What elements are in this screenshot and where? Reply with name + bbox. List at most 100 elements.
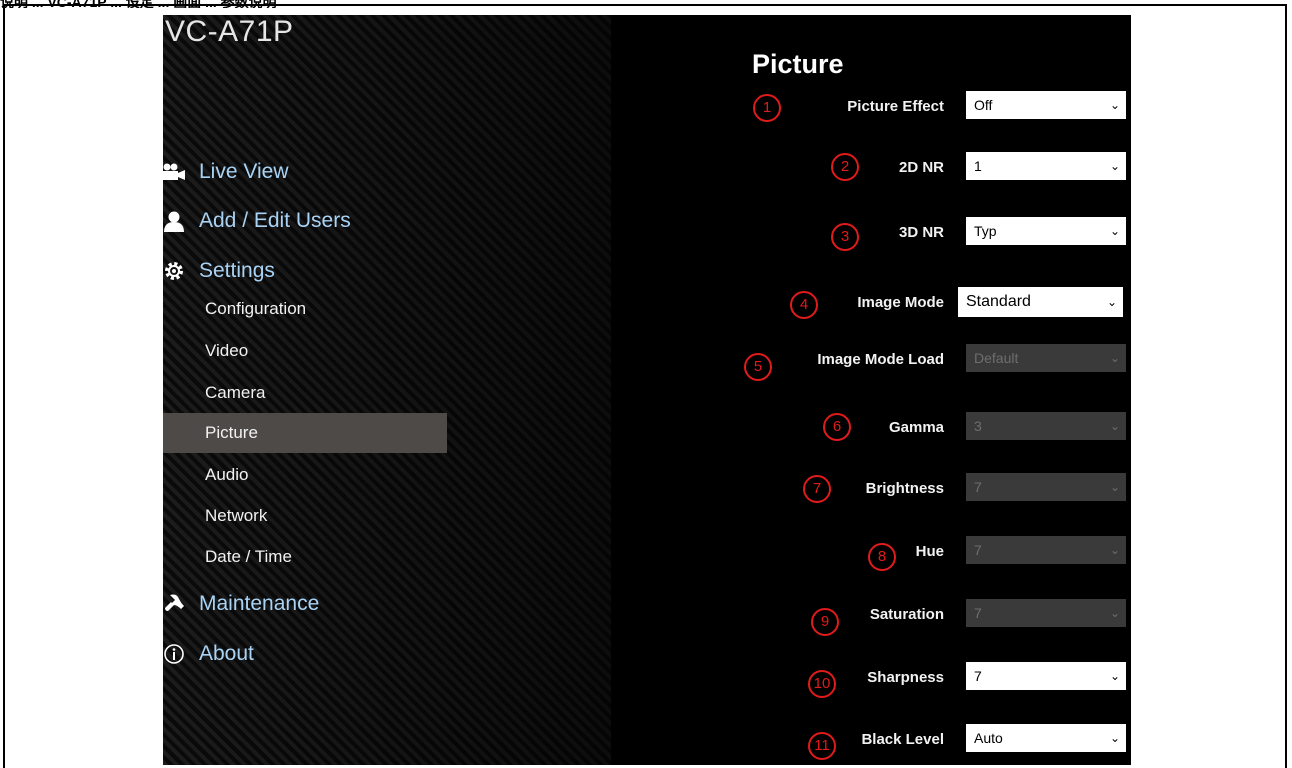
black-level-select[interactable]: Auto ⌄ <box>966 724 1126 752</box>
subnav-label: Video <box>205 341 249 360</box>
field-image-mode-load: Image Mode Load Default ⌄ <box>723 342 1131 378</box>
select-value: Standard <box>966 293 1031 310</box>
page-title: Picture <box>752 49 844 79</box>
callout-marker-4: 4 <box>790 291 818 319</box>
callout-marker-8: 8 <box>868 543 896 571</box>
hue-select[interactable]: 7 ⌄ <box>966 536 1126 564</box>
field-label: Saturation <box>869 606 944 623</box>
select-value: Typ <box>974 223 997 239</box>
field-picture-effect: Picture Effect Off ⌄ <box>723 89 1131 125</box>
document-heading: 说明 ... VC-A71P ... 设定 ... 画面 ... 参数说明 <box>0 0 277 8</box>
subnav-picture[interactable]: Picture <box>163 413 447 453</box>
field-3d-nr: 3D NR Typ ⌄ <box>723 215 1131 251</box>
subnav-camera[interactable]: Camera <box>163 373 447 413</box>
3d-nr-select[interactable]: Typ ⌄ <box>966 217 1126 245</box>
chevron-down-icon: ⌄ <box>1109 351 1120 365</box>
saturation-select[interactable]: 7 ⌄ <box>966 599 1126 627</box>
chevron-down-icon: ⌄ <box>1109 669 1120 683</box>
field-label: 2D NR <box>898 159 944 176</box>
image-mode-select[interactable]: Standard ⌄ <box>958 287 1123 317</box>
nav-live-view-label: Live View <box>199 160 289 183</box>
subnav-label: Network <box>205 506 268 525</box>
field-label: Picture Effect <box>847 98 944 115</box>
callout-marker-7: 7 <box>803 475 831 503</box>
sharpness-select[interactable]: 7 ⌄ <box>966 662 1126 690</box>
callout-marker-10: 10 <box>808 670 836 698</box>
nav-about[interactable]: About <box>163 637 611 671</box>
nav-settings-label: Settings <box>199 259 275 282</box>
select-value: 7 <box>974 542 982 558</box>
field-hue: Hue 7 ⌄ <box>723 534 1131 570</box>
chevron-down-icon: ⌄ <box>1109 419 1120 433</box>
select-value: Default <box>974 350 1019 366</box>
chevron-down-icon: ⌄ <box>1109 731 1120 745</box>
field-black-level: Black Level Auto ⌄ <box>723 722 1131 758</box>
chevron-down-icon: ⌄ <box>1106 295 1117 309</box>
chevron-down-icon: ⌄ <box>1109 98 1120 112</box>
field-sharpness: Sharpness 7 ⌄ <box>723 660 1131 696</box>
select-value: Auto <box>974 730 1003 746</box>
2d-nr-select[interactable]: 1 ⌄ <box>966 152 1126 180</box>
field-label: Black Level <box>861 731 944 748</box>
chevron-down-icon: ⌄ <box>1109 543 1120 557</box>
nav-add-edit-users[interactable]: Add / Edit Users <box>163 204 611 238</box>
select-value: 7 <box>974 479 982 495</box>
camera-icon <box>163 155 191 189</box>
brightness-select[interactable]: 7 ⌄ <box>966 473 1126 501</box>
callout-marker-5: 5 <box>744 353 772 381</box>
field-brightness: Brightness 7 ⌄ <box>723 471 1131 507</box>
callout-marker-9: 9 <box>811 608 839 636</box>
subnav-audio[interactable]: Audio <box>163 455 447 495</box>
chevron-down-icon: ⌄ <box>1109 224 1120 238</box>
callout-marker-6: 6 <box>823 413 851 441</box>
subnav-configuration[interactable]: Configuration <box>163 289 447 329</box>
image-mode-load-select[interactable]: Default ⌄ <box>966 344 1126 372</box>
field-label: 3D NR <box>898 224 944 241</box>
chevron-down-icon: ⌄ <box>1109 480 1120 494</box>
gear-icon <box>163 254 191 288</box>
field-label: Image Mode <box>857 294 944 311</box>
nav-about-label: About <box>199 642 254 665</box>
subnav-label: Date / Time <box>205 547 292 566</box>
nav-settings[interactable]: Settings <box>163 254 611 288</box>
field-2d-nr: 2D NR 1 ⌄ <box>723 150 1131 186</box>
user-icon <box>163 204 191 238</box>
callout-marker-3: 3 <box>831 223 859 251</box>
subnav-date-time[interactable]: Date / Time <box>163 537 447 577</box>
select-value: Off <box>974 97 993 113</box>
wrench-icon <box>163 587 191 621</box>
field-gamma: Gamma 3 ⌄ <box>723 410 1131 446</box>
subnav-label: Picture <box>205 423 258 442</box>
nav-add-edit-users-label: Add / Edit Users <box>199 209 351 232</box>
field-label: Sharpness <box>867 669 944 686</box>
subnav-label: Configuration <box>205 299 307 318</box>
field-saturation: Saturation 7 ⌄ <box>723 597 1131 633</box>
select-value: 7 <box>974 668 982 684</box>
callout-marker-11: 11 <box>808 732 836 760</box>
nav-live-view[interactable]: Live View <box>163 155 611 189</box>
subnav-video[interactable]: Video <box>163 331 447 371</box>
select-value: 1 <box>974 158 982 174</box>
subnav-label: Audio <box>205 465 249 484</box>
gamma-select[interactable]: 3 ⌄ <box>966 412 1126 440</box>
subnav-network[interactable]: Network <box>163 496 447 536</box>
webui-screenshot: VC-A71P Live View Add / Edit Users Setti… <box>163 15 1131 765</box>
app-title: VC-A71P <box>165 15 294 48</box>
chevron-down-icon: ⌄ <box>1109 606 1120 620</box>
chevron-down-icon: ⌄ <box>1109 159 1120 173</box>
select-value: 7 <box>974 605 982 621</box>
callout-marker-1: 1 <box>753 94 781 122</box>
field-label: Gamma <box>888 419 944 436</box>
nav-maintenance[interactable]: Maintenance <box>163 587 611 621</box>
picture-effect-select[interactable]: Off ⌄ <box>966 91 1126 119</box>
callout-marker-2: 2 <box>831 153 859 181</box>
field-image-mode: Image Mode Standard ⌄ <box>723 285 1131 321</box>
field-label: Hue <box>915 543 944 560</box>
sidebar: VC-A71P Live View Add / Edit Users Setti… <box>163 15 611 765</box>
select-value: 3 <box>974 418 982 434</box>
info-icon <box>163 637 191 671</box>
nav-maintenance-label: Maintenance <box>199 592 320 615</box>
field-label: Brightness <box>865 480 944 497</box>
subnav-label: Camera <box>205 383 266 402</box>
field-label: Image Mode Load <box>817 351 944 368</box>
